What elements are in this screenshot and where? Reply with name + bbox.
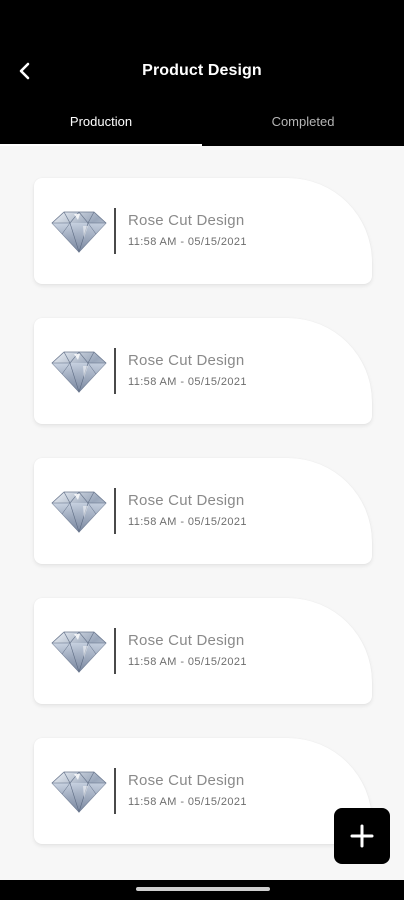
design-card[interactable]: Rose Cut Design 11:58 AM - 05/15/2021 [34, 598, 372, 704]
design-name: Rose Cut Design [128, 212, 245, 229]
home-indicator[interactable] [136, 887, 270, 891]
design-name: Rose Cut Design [128, 772, 245, 789]
page-title: Product Design [142, 62, 262, 79]
design-timestamp: 11:58 AM - 05/15/2021 [128, 516, 247, 528]
design-timestamp: 11:58 AM - 05/15/2021 [128, 796, 247, 808]
add-design-button[interactable] [334, 808, 390, 864]
design-card[interactable]: Rose Cut Design 11:58 AM - 05/15/2021 [34, 458, 372, 564]
diamond-icon [50, 208, 108, 254]
divider [114, 488, 116, 534]
design-timestamp: 11:58 AM - 05/15/2021 [128, 376, 247, 388]
design-timestamp: 11:58 AM - 05/15/2021 [128, 236, 247, 248]
design-card[interactable]: Rose Cut Design 11:58 AM - 05/15/2021 [34, 738, 372, 844]
diamond-icon [50, 628, 108, 674]
tab-bar: Production Completed [0, 108, 404, 146]
diamond-icon [50, 488, 108, 534]
design-name: Rose Cut Design [128, 632, 245, 649]
tab-production[interactable]: Production [0, 108, 202, 146]
divider [114, 628, 116, 674]
system-nav-bar [0, 880, 404, 900]
diamond-icon [50, 768, 108, 814]
tab-completed[interactable]: Completed [202, 108, 404, 146]
design-timestamp: 11:58 AM - 05/15/2021 [128, 656, 247, 668]
design-card[interactable]: Rose Cut Design 11:58 AM - 05/15/2021 [34, 318, 372, 424]
plus-icon [350, 824, 374, 848]
app-header: Product Design Production Completed [0, 0, 404, 146]
design-card[interactable]: Rose Cut Design 11:58 AM - 05/15/2021 [34, 178, 372, 284]
tab-label: Production [69, 114, 133, 129]
divider [114, 348, 116, 394]
design-name: Rose Cut Design [128, 492, 245, 509]
design-name: Rose Cut Design [128, 352, 245, 369]
divider [114, 208, 116, 254]
tab-label: Completed [271, 114, 335, 129]
design-list: Rose Cut Design 11:58 AM - 05/15/2021 Ro… [0, 146, 404, 880]
diamond-icon [50, 348, 108, 394]
divider [114, 768, 116, 814]
